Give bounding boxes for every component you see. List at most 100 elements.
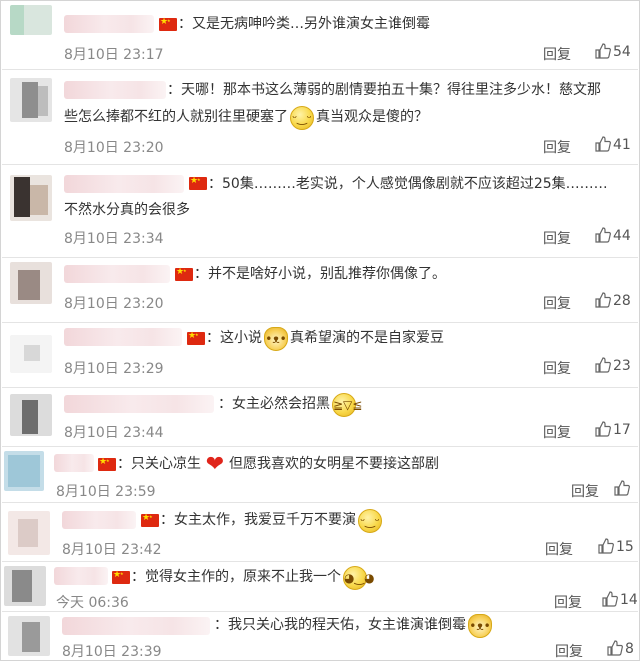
timestamp: 8月10日 23:17 xyxy=(64,47,164,63)
like-button[interactable]: 8 xyxy=(607,640,634,657)
comment-text: ：50集………老实说，个人感觉偶像剧就不应该超过25集……… xyxy=(208,176,608,192)
like-count: 54 xyxy=(613,44,631,60)
username-blurred[interactable] xyxy=(64,81,166,99)
like-count: 8 xyxy=(625,641,634,657)
like-count: 23 xyxy=(613,358,631,374)
avatar[interactable] xyxy=(10,335,52,373)
comment-item: ：又是无病呻吟类…另外谁演女主谁倒霉 8月10日 23:17 回复 54 xyxy=(2,1,638,70)
like-count: 15 xyxy=(616,539,634,555)
like-count: 17 xyxy=(613,422,631,438)
reply-button[interactable]: 回复 xyxy=(543,422,571,442)
username-blurred[interactable] xyxy=(62,511,136,529)
thumbs-up-icon xyxy=(598,538,614,554)
comment-text: ：并不是啥好小说，别乱推荐你偶像了。 xyxy=(194,266,446,282)
cat-emoji-icon: •ᴥ• xyxy=(264,326,288,351)
timestamp: 今天 06:36 xyxy=(56,595,129,611)
smile-emoji-icon: ◕‿◕ xyxy=(343,565,375,590)
cat-emoji-icon: •ᴥ• xyxy=(468,613,492,638)
comment-item: ：这小说•ᴥ•真希望演的不是自家爱豆 8月10日 23:29 回复 23 xyxy=(2,323,638,388)
comment-item: ：50集………老实说，个人感觉偶像剧就不应该超过25集……… 不然水分真的会很多… xyxy=(2,165,638,258)
comment-text: ：又是无病呻吟类…另外谁演女主谁倒霉 xyxy=(178,16,430,32)
comment-text: ：女主必然会招黑 ≧▽≦ xyxy=(218,392,362,418)
avatar[interactable] xyxy=(10,262,52,304)
comment-text: ：女主太作，我爱豆千万不要演 ᵕ‿ᵕ xyxy=(160,508,384,534)
china-flag-icon xyxy=(141,512,159,527)
thumbs-up-icon xyxy=(614,480,630,496)
username-blurred[interactable] xyxy=(64,175,184,193)
like-button[interactable]: 54 xyxy=(595,43,631,60)
like-button[interactable]: 14 xyxy=(602,591,638,608)
thumbs-up-icon xyxy=(595,136,611,152)
comment-text: ：天哪！那本书这么薄弱的剧情要拍五十集？得往里注多少水！慈文那 xyxy=(167,82,601,98)
username-blurred[interactable] xyxy=(54,567,108,585)
reply-button[interactable]: 回复 xyxy=(555,641,583,661)
comment-text: ：只关心凉生 ❤ 但愿我喜欢的女明星不要接这部剧 xyxy=(117,451,439,477)
avatar[interactable] xyxy=(10,5,52,35)
timestamp: 8月10日 23:39 xyxy=(62,644,162,660)
reply-button[interactable]: 回复 xyxy=(571,481,599,501)
avatar[interactable] xyxy=(4,451,44,491)
like-button[interactable] xyxy=(614,480,632,497)
like-button[interactable]: 41 xyxy=(595,136,631,153)
reply-button[interactable]: 回复 xyxy=(543,293,571,313)
comment-text-line2: 不然水分真的会很多 xyxy=(64,202,190,218)
like-count: 28 xyxy=(613,293,631,309)
comment-item: ：女主太作，我爱豆千万不要演ᵕ‿ᵕ 8月10日 23:42 回复 15 xyxy=(2,503,638,562)
timestamp: 8月10日 23:20 xyxy=(64,296,164,312)
like-button[interactable]: 15 xyxy=(598,538,634,555)
thinking-emoji-icon: ᵕ‿ᵕ xyxy=(358,508,382,533)
reply-button[interactable]: 回复 xyxy=(543,228,571,248)
username-blurred[interactable] xyxy=(64,328,182,346)
reply-button[interactable]: 回复 xyxy=(545,539,573,559)
thumbs-up-icon xyxy=(595,227,611,243)
avatar[interactable] xyxy=(8,511,50,555)
reply-button[interactable]: 回复 xyxy=(543,137,571,157)
like-button[interactable]: 17 xyxy=(595,421,631,438)
comment-text: ：这小说 •ᴥ• 真希望演的不是自家爱豆 xyxy=(206,326,444,352)
comment-text: ：我只关心我的程天佑，女主谁演谁倒霉 •ᴥ• xyxy=(214,613,494,639)
reply-button[interactable]: 回复 xyxy=(543,358,571,378)
china-flag-icon xyxy=(112,569,130,584)
like-count: 44 xyxy=(613,228,631,244)
comment-item: ：并不是啥好小说，别乱推荐你偶像了。 8月10日 23:20 回复 28 xyxy=(2,258,638,323)
comment-item: ：觉得女主作的，原来不止我一个◕‿◕ 今天 06:36 回复 14 xyxy=(2,562,638,612)
timestamp: 8月10日 23:42 xyxy=(62,542,162,558)
comment-text: ：觉得女主作的，原来不止我一个 ◕‿◕ xyxy=(131,565,375,591)
avatar[interactable] xyxy=(4,566,46,606)
like-count: 41 xyxy=(613,137,631,153)
username-blurred[interactable] xyxy=(62,617,210,635)
like-button[interactable]: 23 xyxy=(595,357,631,374)
timestamp: 8月10日 23:29 xyxy=(64,361,164,377)
thumbs-up-icon xyxy=(602,591,618,607)
comment-list: ：又是无病呻吟类…另外谁演女主谁倒霉 8月10日 23:17 回复 54 ：天哪… xyxy=(0,0,640,661)
thumbs-up-icon xyxy=(595,292,611,308)
thinking-emoji-icon: ᵕ‿ᵕ xyxy=(290,105,314,130)
comment-text-line2: 些怎么捧都不红的人就别往里硬塞了 ᵕ‿ᵕ 真当观众是傻的？ xyxy=(64,105,428,131)
china-flag-icon xyxy=(189,175,207,190)
thumbs-up-icon xyxy=(595,421,611,437)
timestamp: 8月10日 23:59 xyxy=(56,484,156,500)
thumbs-up-icon xyxy=(595,357,611,373)
heart-emoji-icon: ❤ xyxy=(205,451,225,477)
avatar[interactable] xyxy=(10,78,52,122)
avatar[interactable] xyxy=(10,175,52,221)
china-flag-icon xyxy=(175,266,193,281)
like-button[interactable]: 44 xyxy=(595,227,631,244)
china-flag-icon xyxy=(159,16,177,31)
avatar[interactable] xyxy=(10,394,52,436)
china-flag-icon xyxy=(187,330,205,345)
avatar[interactable] xyxy=(8,616,50,656)
comment-item: ：只关心凉生❤但愿我喜欢的女明星不要接这部剧 8月10日 23:59 回复 xyxy=(2,447,638,503)
username-blurred[interactable] xyxy=(64,15,154,33)
timestamp: 8月10日 23:44 xyxy=(64,425,164,441)
username-blurred[interactable] xyxy=(64,395,214,413)
reply-button[interactable]: 回复 xyxy=(554,592,582,612)
thumbs-up-icon xyxy=(595,43,611,59)
username-blurred[interactable] xyxy=(64,265,170,283)
like-button[interactable]: 28 xyxy=(595,292,631,309)
username-blurred[interactable] xyxy=(54,454,94,472)
comment-item: ：女主必然会招黑 ≧▽≦ 8月10日 23:44 回复 17 xyxy=(2,388,638,447)
reply-button[interactable]: 回复 xyxy=(543,44,571,64)
timestamp: 8月10日 23:20 xyxy=(64,140,164,156)
like-count: 14 xyxy=(620,592,638,608)
